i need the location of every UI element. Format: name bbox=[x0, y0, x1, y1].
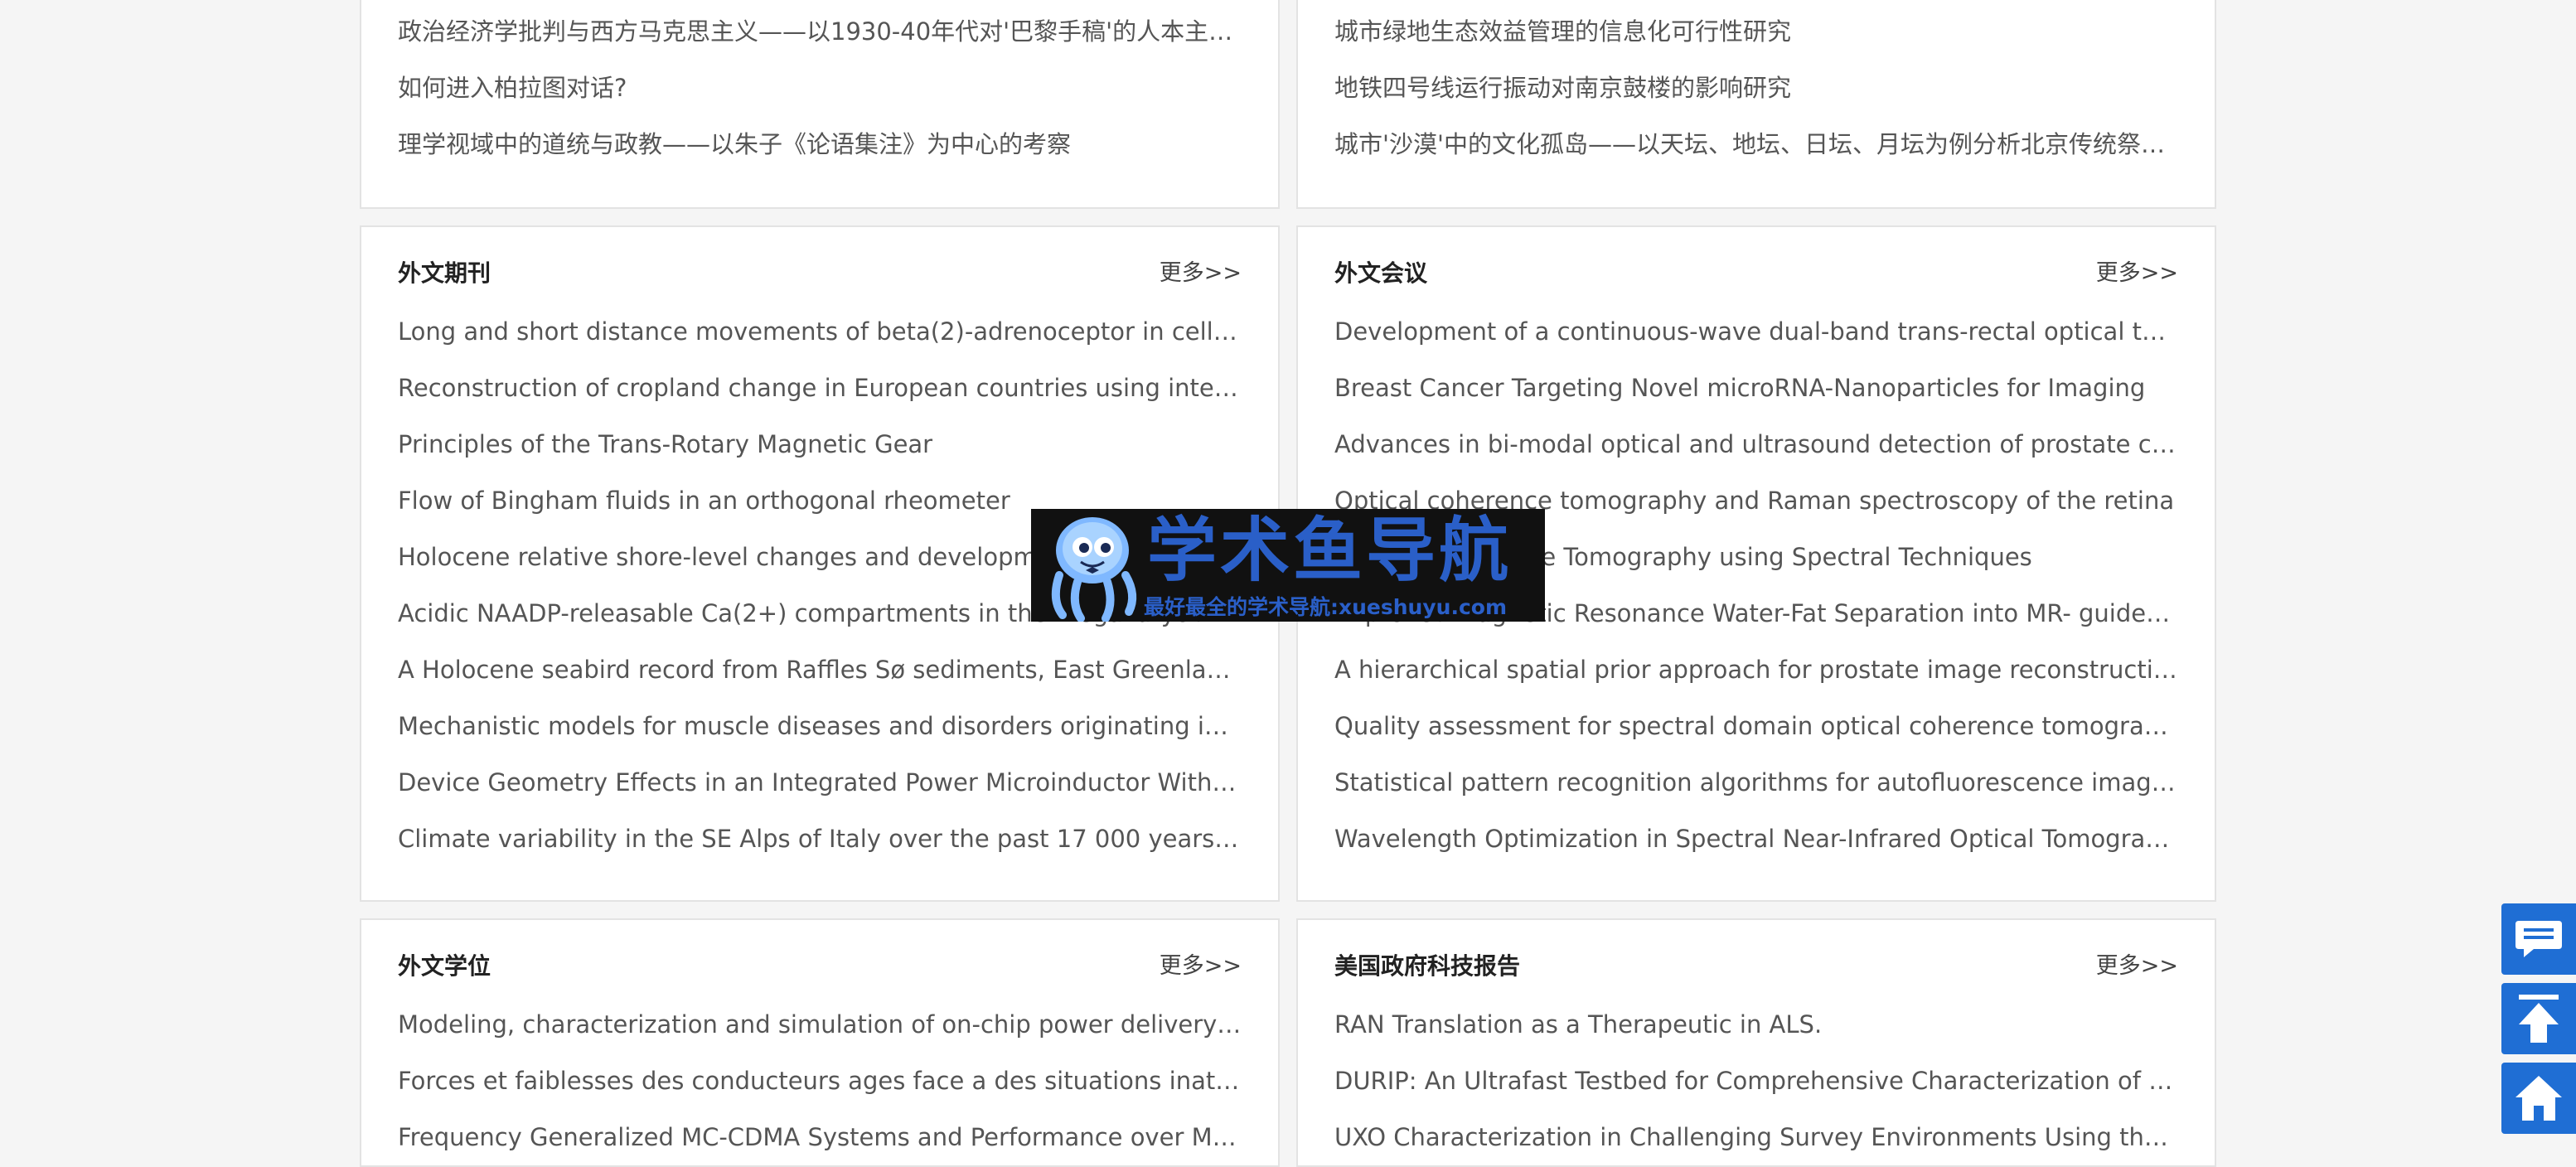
list-item[interactable]: Mechanistic models for muscle diseases a… bbox=[398, 706, 1242, 746]
panel-title: 外文会议 bbox=[1334, 259, 1428, 287]
list-item[interactable]: RAN Translation as a Therapeutic in ALS. bbox=[1334, 1005, 2178, 1044]
list-item[interactable]: 如何进入柏拉图对话? bbox=[398, 68, 1242, 108]
watermark-brand: 学术鱼导航 bbox=[1147, 510, 1513, 591]
home-button[interactable] bbox=[2501, 1063, 2576, 1134]
list-item[interactable]: Frequency Generalized MC-CDMA Systems an… bbox=[398, 1117, 1242, 1157]
more-link[interactable]: 更多>> bbox=[1160, 257, 1242, 290]
list-item[interactable]: Climate variability in the SE Alps of It… bbox=[398, 819, 1242, 859]
feedback-button[interactable] bbox=[2501, 903, 2576, 975]
list-item[interactable]: Development of a continuous-wave dual-ba… bbox=[1334, 312, 2178, 351]
chat-icon bbox=[2515, 921, 2562, 957]
list-item[interactable]: A hierarchical spatial prior approach fo… bbox=[1334, 650, 2178, 690]
list-item[interactable]: Long and short distance movements of bet… bbox=[398, 312, 1242, 351]
more-link[interactable]: 更多>> bbox=[1160, 950, 1242, 983]
panel-title: 外文期刊 bbox=[398, 259, 491, 287]
list-item[interactable]: A Holocene seabird record from Raffles S… bbox=[398, 650, 1242, 690]
list-item[interactable]: Forces et faiblesses des conducteurs age… bbox=[398, 1061, 1242, 1101]
octopus-mascot-icon bbox=[1051, 517, 1137, 622]
list-item[interactable]: 城市'沙漠'中的文化孤岛——以天坛、地坛、日坛、月坛为例分析北京传统祭祀建筑的保… bbox=[1334, 124, 2178, 164]
watermark-banner: 学术鱼导航 最好最全的学术导航:xueshuyu.com bbox=[1031, 509, 1545, 622]
more-link[interactable]: 更多>> bbox=[2096, 950, 2178, 983]
list-item[interactable]: Quality assessment for spectral domain o… bbox=[1334, 706, 2178, 746]
panel-top-right: 城市绿地生态效益管理的信息化可行性研究 地铁四号线运行振动对南京鼓楼的影响研究 … bbox=[1296, 0, 2216, 209]
list-item[interactable]: Breast Cancer Targeting Novel microRNA-N… bbox=[1334, 368, 2178, 408]
list-item[interactable]: DURIP: An Ultrafast Testbed for Comprehe… bbox=[1334, 1061, 2178, 1101]
more-link[interactable]: 更多>> bbox=[2096, 257, 2178, 290]
list-item[interactable]: 地铁四号线运行振动对南京鼓楼的影响研究 bbox=[1334, 68, 2178, 108]
list-item[interactable]: 城市绿地生态效益管理的信息化可行性研究 bbox=[1334, 12, 2178, 51]
list-item[interactable]: UXO Characterization in Challenging Surv… bbox=[1334, 1117, 2178, 1157]
list-item[interactable]: Principles of the Trans-Rotary Magnetic … bbox=[398, 424, 1242, 464]
panel-title: 美国政府科技报告 bbox=[1334, 952, 1521, 980]
arrow-up-icon bbox=[2519, 995, 2559, 1043]
list-item[interactable]: Device Geometry Effects in an Integrated… bbox=[398, 763, 1242, 802]
list-item[interactable]: Advances in bi-modal optical and ultraso… bbox=[1334, 424, 2178, 464]
home-icon bbox=[2515, 1076, 2562, 1121]
list-item[interactable]: Wavelength Optimization in Spectral Near… bbox=[1334, 819, 2178, 859]
list-item[interactable]: 政治经济学批判与西方马克思主义——以1930-40年代对'巴黎手稿'的人本主义解… bbox=[398, 12, 1242, 51]
list-item[interactable]: Reconstruction of cropland change in Eur… bbox=[398, 368, 1242, 408]
list-item[interactable]: Modeling, characterization and simulatio… bbox=[398, 1005, 1242, 1044]
back-to-top-button[interactable] bbox=[2501, 983, 2576, 1054]
panel-title: 外文学位 bbox=[398, 952, 491, 980]
list-item[interactable]: Statistical pattern recognition algorith… bbox=[1334, 763, 2178, 802]
list-item[interactable]: 理学视域中的道统与政教——以朱子《论语集注》为中心的考察 bbox=[398, 124, 1242, 164]
watermark-tagline: 最好最全的学术导航:xueshuyu.com bbox=[1144, 595, 1507, 619]
panel-top-left: 政治经济学批判与西方马克思主义——以1930-40年代对'巴黎手稿'的人本主义解… bbox=[360, 0, 1280, 209]
panel-foreign-degrees: 外文学位 更多>> Modeling, characterization and… bbox=[360, 918, 1280, 1167]
panel-us-gov-reports: 美国政府科技报告 更多>> RAN Translation as a Thera… bbox=[1296, 918, 2216, 1167]
